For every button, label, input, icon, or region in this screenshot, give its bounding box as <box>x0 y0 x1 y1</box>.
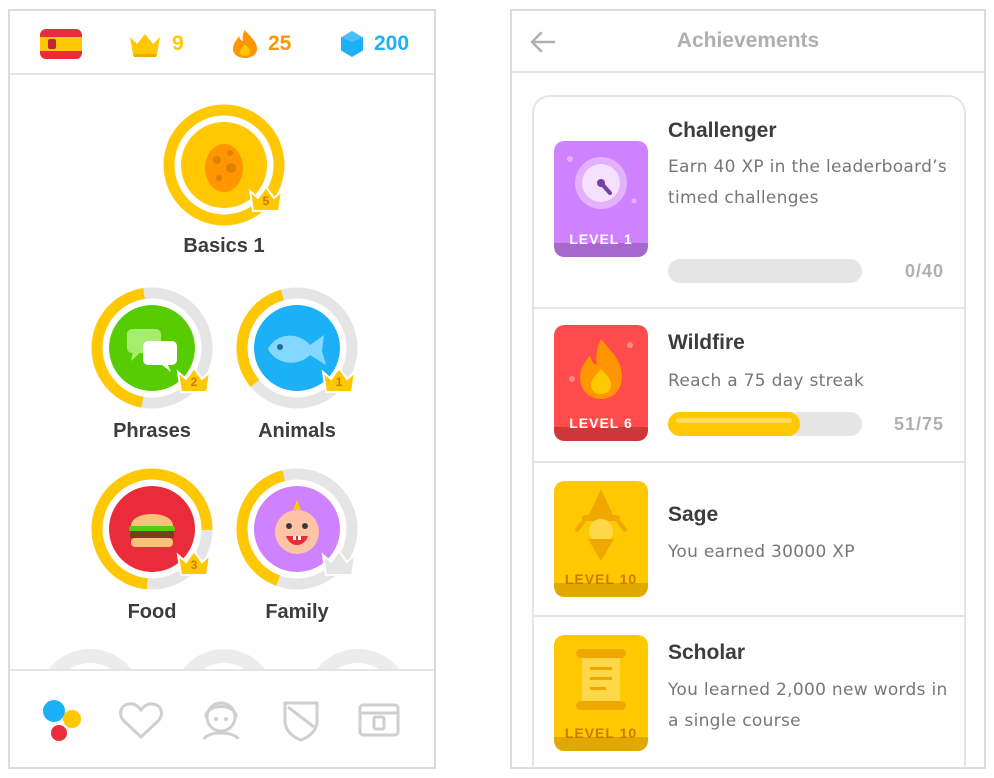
flame-icon <box>233 30 257 58</box>
skill-label: Basics 1 <box>183 235 265 257</box>
skill-label: Animals <box>258 420 336 442</box>
skill-food[interactable]: 3 <box>90 467 214 591</box>
achievement-scholar[interactable]: LEVEL 10 Scholar You learned 2,000 new w… <box>534 617 964 767</box>
crown-level: 2 <box>190 375 198 389</box>
crowns-count: 9 <box>172 32 184 55</box>
shop-icon[interactable] <box>354 695 404 745</box>
achievement-description: Earn 40 XP in the leaderboard’s timed ch… <box>668 157 948 208</box>
achievements-list: LEVEL 1 Challenger Earn 40 XP in the lea… <box>532 95 966 767</box>
gem-icon <box>341 31 363 57</box>
skill-animals[interactable]: 1 <box>235 286 359 410</box>
gems-count: 200 <box>374 32 410 55</box>
crown-level: 3 <box>190 558 198 572</box>
skill-basics-1[interactable]: 5 <box>162 103 286 227</box>
achievement-name: Challenger <box>668 119 777 142</box>
crown-level-badge: 1 <box>321 366 357 394</box>
achievements-header: Achievements <box>512 11 984 73</box>
crown-icon <box>130 34 160 57</box>
achievements-screen: Achievements LEVEL 1 Challenger Earn 40 … <box>510 9 986 769</box>
crown-level-badge: 2 <box>176 366 212 394</box>
gems-counter[interactable]: 200 <box>340 29 409 59</box>
achievement-name: Sage <box>668 503 719 526</box>
achievement-sage[interactable]: LEVEL 10 Sage You earned 30000 XP <box>534 463 964 615</box>
skill-phrases[interactable]: 2 <box>90 286 214 410</box>
crowns-counter[interactable]: 9 <box>128 29 184 59</box>
achievement-name: Wildfire <box>668 331 745 354</box>
skill-label: Family <box>265 601 329 623</box>
badge-level: LEVEL 1 <box>569 231 633 247</box>
crown-level-badge: 5 <box>248 185 284 213</box>
crown-level: 5 <box>262 194 270 208</box>
spain-flag-icon[interactable] <box>40 29 82 59</box>
page-title: Achievements <box>676 29 820 52</box>
achievement-name: Scholar <box>668 641 746 664</box>
bottom-tab-bar <box>10 669 434 767</box>
badge-level: LEVEL 6 <box>569 415 633 431</box>
progress-bar <box>668 259 862 283</box>
learn-tab-icon[interactable] <box>38 695 88 745</box>
crown-level: 1 <box>335 375 343 389</box>
skill-label: Phrases <box>113 420 191 442</box>
achievement-badge: LEVEL 1 <box>554 141 648 257</box>
shield-icon[interactable] <box>276 695 326 745</box>
achievement-description: You learned 2,000 new words in a single … <box>668 680 948 731</box>
streak-counter[interactable]: 25 <box>232 29 291 59</box>
progress-bar-fill <box>668 412 800 436</box>
progress-bar <box>668 412 862 436</box>
crown-level-badge: 3 <box>176 549 212 577</box>
heart-icon[interactable] <box>116 695 166 745</box>
achievement-badge: LEVEL 6 <box>554 325 648 441</box>
progress-count: 0/40 <box>904 261 944 281</box>
crown-empty-badge <box>321 549 357 577</box>
achievement-description: You earned 30000 XP <box>668 542 855 562</box>
achievement-badge: LEVEL 10 <box>554 481 648 597</box>
badge-level: LEVEL 10 <box>564 571 638 587</box>
achievement-badge: LEVEL 10 <box>554 635 648 751</box>
achievement-challenger[interactable]: LEVEL 1 Challenger Earn 40 XP in the lea… <box>534 97 964 307</box>
profile-icon[interactable] <box>196 695 246 745</box>
skill-label: Food <box>127 601 177 623</box>
streak-count: 25 <box>268 32 292 55</box>
skill-tree-screen: 9 25 200 5 Basics 1 2 Phrases 1 Animals … <box>8 9 436 769</box>
badge-level: LEVEL 10 <box>564 725 638 741</box>
progress-count: 51/75 <box>893 414 944 434</box>
achievement-wildfire[interactable]: LEVEL 6 Wildfire Reach a 75 day streak 5… <box>534 309 964 461</box>
skill-family[interactable] <box>235 467 359 591</box>
achievement-description: Reach a 75 day streak <box>668 371 865 391</box>
stats-header: 9 25 200 <box>10 11 434 75</box>
